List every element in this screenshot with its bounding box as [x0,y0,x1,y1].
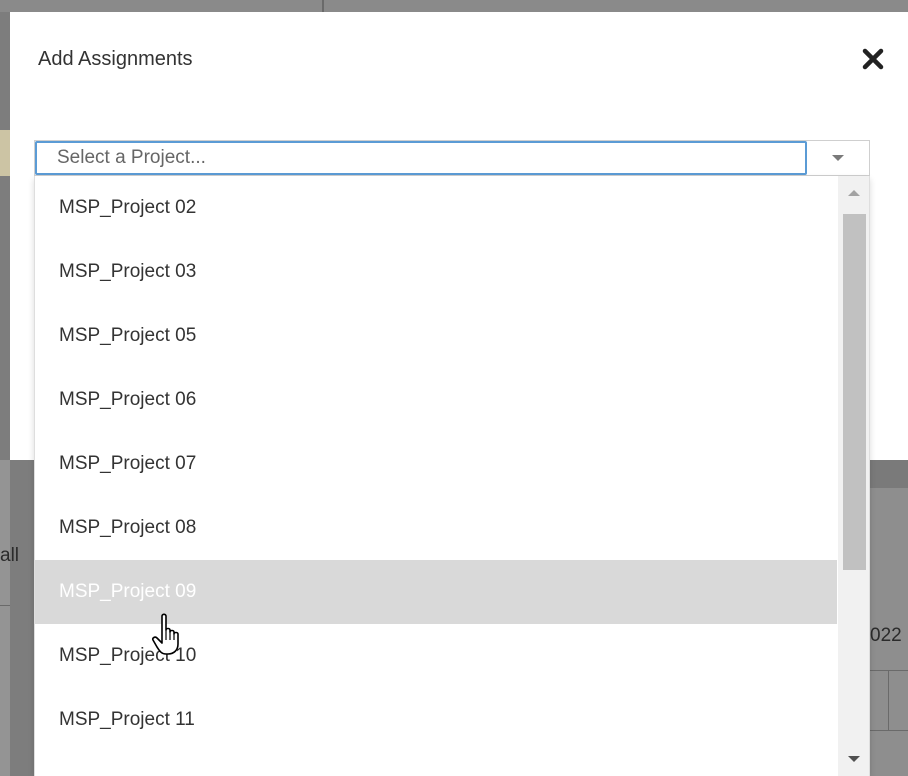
dropdown-option[interactable]: MSP_Project 11 [35,688,837,752]
background-right-text: 022 [870,625,902,646]
dropdown-option[interactable]: MSP_Project 05 [35,304,837,368]
project-search-input[interactable] [35,141,807,175]
dropdown-option[interactable]: MSP_Project 07 [35,432,837,496]
background-divider [322,0,324,12]
background-right-panel [870,460,908,776]
scroll-down-arrow-icon[interactable] [838,742,869,776]
chevron-down-icon[interactable] [807,141,869,175]
dropdown-scrollbar[interactable] [838,176,869,776]
close-icon[interactable] [860,46,886,72]
dropdown-option[interactable]: MSP_Project 03 [35,240,837,304]
background-rule [870,670,908,671]
dialog-title: Add Assignments [38,48,193,70]
project-select[interactable] [34,140,870,176]
scroll-up-arrow-icon[interactable] [838,176,869,210]
background-left-text: all [0,545,20,566]
dropdown-option[interactable]: MSP_Project 09 [35,560,837,624]
background-rule [870,730,908,731]
dropdown-option[interactable]: MSP_Project 08 [35,496,837,560]
background-rule [888,670,889,730]
background-header [0,0,908,12]
scrollbar-thumb[interactable] [843,214,866,570]
project-dropdown-list: MSP_Project 02 MSP_Project 03 MSP_Project … [34,176,870,776]
dropdown-option[interactable]: MSP_Project 02 [35,176,837,240]
background-right-header [870,460,908,488]
dropdown-option[interactable]: MSP_Project 10 [35,624,837,688]
background-rule [0,605,10,606]
background-highlight [0,130,10,176]
dropdown-options: MSP_Project 02 MSP_Project 03 MSP_Project … [35,176,837,752]
background-left-lower [0,460,10,776]
dropdown-option[interactable]: MSP_Project 06 [35,368,837,432]
